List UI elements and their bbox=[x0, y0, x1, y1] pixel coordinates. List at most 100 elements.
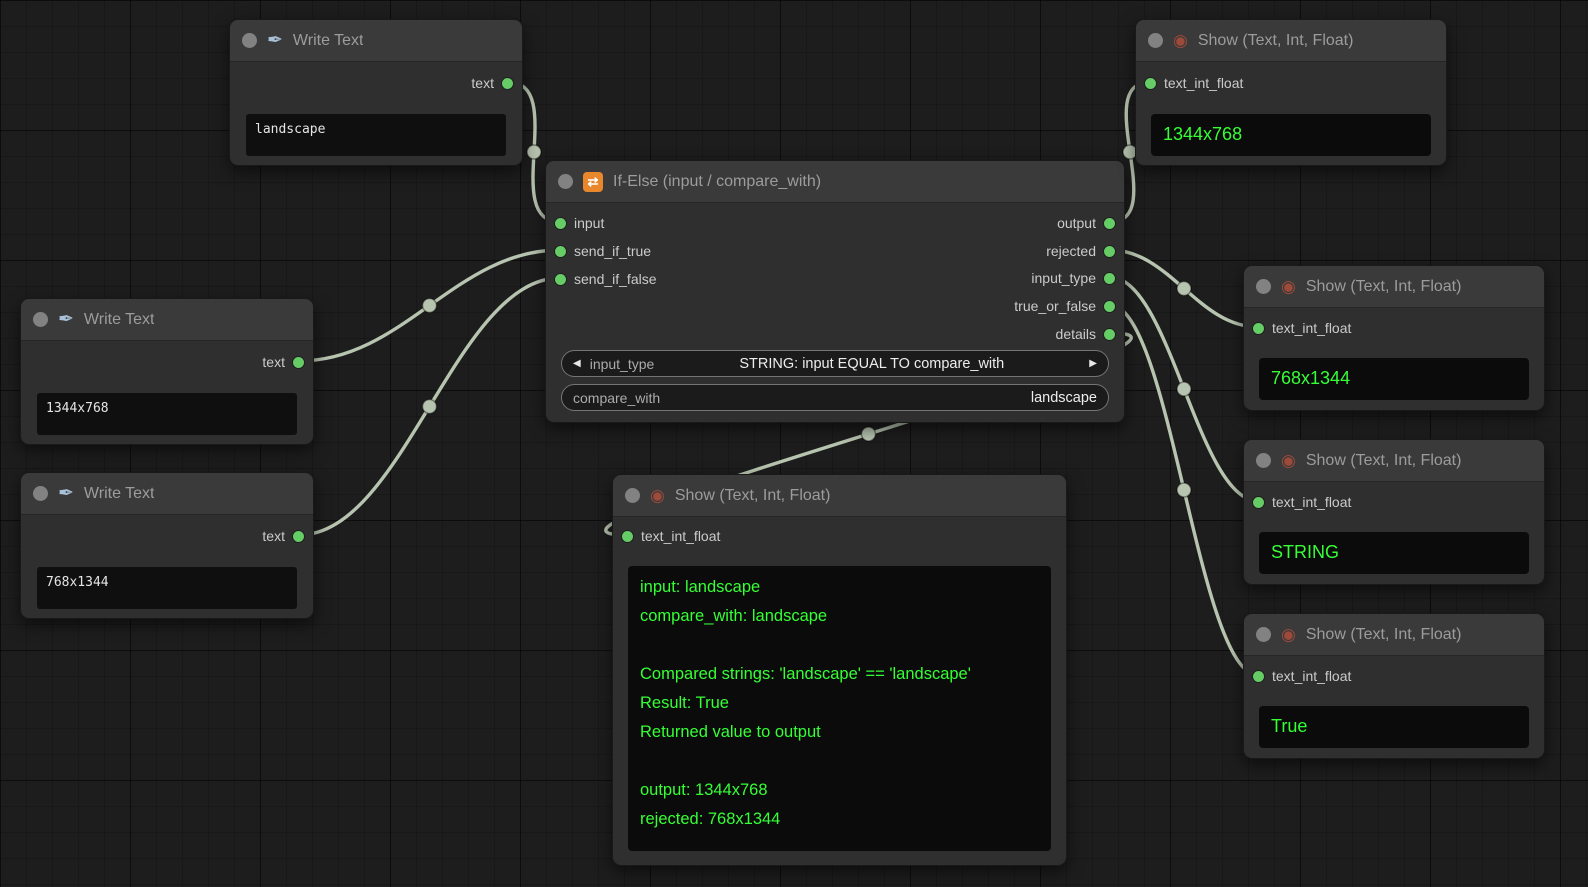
output-port-label: text bbox=[262, 354, 285, 370]
node-show-1[interactable]: ◉ Show (Text, Int, Float) text_int_float 13… bbox=[1135, 19, 1447, 166]
link-midpoint-dot[interactable] bbox=[1177, 483, 1191, 497]
node-titlebar[interactable]: ✒ Write Text bbox=[230, 20, 522, 62]
output-port-label: rejected bbox=[1046, 243, 1096, 259]
text-widget-compare_with[interactable]: compare_with landscape bbox=[561, 384, 1109, 411]
node-titlebar[interactable]: ◉Show (Text, Int, Float) bbox=[613, 475, 1066, 517]
collapse-dot[interactable] bbox=[1256, 627, 1271, 642]
output-port-label: details bbox=[1056, 326, 1096, 342]
value-display: 768x1344 bbox=[1259, 358, 1529, 400]
output-port-label: text bbox=[471, 75, 494, 91]
node-titlebar[interactable]: ◉Show (Text, Int, Float) bbox=[1244, 614, 1544, 656]
input-port-dot[interactable] bbox=[1253, 671, 1264, 682]
node-title: Show (Text, Int, Float) bbox=[675, 487, 831, 505]
collapse-dot[interactable] bbox=[1256, 453, 1271, 468]
output-port-details: details bbox=[1056, 324, 1115, 344]
input-port-dot[interactable] bbox=[1253, 497, 1264, 508]
node-titlebar[interactable]: ✒Write Text bbox=[21, 299, 313, 341]
widget-label: compare_with bbox=[573, 390, 660, 406]
link-midpoint-dot[interactable] bbox=[527, 145, 541, 159]
collapse-dot[interactable] bbox=[1256, 279, 1271, 294]
output-port-label: true_or_false bbox=[1014, 298, 1096, 314]
node-write-text-3[interactable]: ✒ Write Text text 768x1344 bbox=[20, 472, 314, 619]
output-port-text: text bbox=[471, 73, 513, 93]
pen-icon: ✒ bbox=[267, 31, 283, 50]
output-port-dot[interactable] bbox=[1104, 218, 1115, 229]
node-titlebar[interactable]: ⇄ If-Else (input / compare_with) bbox=[546, 161, 1124, 203]
node-show-details[interactable]: ◉Show (Text, Int, Float) text_int_floatin… bbox=[612, 474, 1067, 866]
input-port-label: text_int_float bbox=[1272, 668, 1351, 684]
input-port-label: send_if_true bbox=[574, 243, 651, 259]
collapse-dot[interactable] bbox=[558, 174, 573, 189]
link-midpoint-dot[interactable] bbox=[1177, 382, 1191, 396]
input-port-dot[interactable] bbox=[1253, 323, 1264, 334]
collapse-dot[interactable] bbox=[242, 33, 257, 48]
output-port-dot[interactable] bbox=[293, 357, 304, 368]
link-midpoint-dot[interactable] bbox=[423, 299, 437, 313]
input-port-text_int_float: text_int_float bbox=[1253, 318, 1351, 338]
link-midpoint-dot[interactable] bbox=[1177, 282, 1191, 296]
collapse-dot[interactable] bbox=[625, 488, 640, 503]
input-port-dot[interactable] bbox=[555, 246, 566, 257]
output-port-input_type: input_type bbox=[1031, 268, 1115, 288]
input-port-dot[interactable] bbox=[555, 274, 566, 285]
combo-widget-input_type[interactable]: ◀ input_type STRING: input EQUAL TO compar… bbox=[561, 350, 1109, 377]
node-show-2[interactable]: ◉Show (Text, Int, Float) text_int_float 76… bbox=[1243, 265, 1545, 411]
output-port-label: input_type bbox=[1031, 270, 1096, 286]
node-write-text-1[interactable]: ✒ Write Text text landscape bbox=[229, 19, 523, 166]
node-title: Show (Text, Int, Float) bbox=[1306, 626, 1462, 644]
output-port-label: output bbox=[1057, 215, 1096, 231]
output-port-true_or_false: true_or_false bbox=[1014, 296, 1115, 316]
node-titlebar[interactable]: ✒ Write Text bbox=[21, 473, 313, 515]
node-show-3[interactable]: ◉Show (Text, Int, Float)text_int_floatST… bbox=[1243, 439, 1545, 585]
text-input-field[interactable]: landscape bbox=[246, 114, 506, 156]
input-port-text_int_float: text_int_float bbox=[622, 526, 720, 546]
input-port-label: text_int_float bbox=[1164, 75, 1243, 91]
output-port-dot[interactable] bbox=[502, 78, 513, 89]
text-input-field[interactable]: 768x1344 bbox=[37, 567, 297, 609]
widget-label: input_type bbox=[590, 356, 655, 372]
node-titlebar[interactable]: ◉Show (Text, Int, Float) bbox=[1244, 266, 1544, 308]
input-port-dot[interactable] bbox=[555, 218, 566, 229]
output-port-label: text bbox=[262, 528, 285, 544]
node-titlebar[interactable]: ◉Show (Text, Int, Float) bbox=[1244, 440, 1544, 482]
widget-value: STRING: input EQUAL TO compare_with bbox=[663, 356, 1080, 372]
node-show-4[interactable]: ◉Show (Text, Int, Float) text_int_float Tr… bbox=[1243, 613, 1545, 759]
node-title: Write Text bbox=[293, 32, 364, 50]
node-title: If-Else (input / compare_with) bbox=[613, 173, 821, 191]
output-port-dot[interactable] bbox=[1104, 246, 1115, 257]
output-port-dot[interactable] bbox=[1104, 273, 1115, 284]
link-midpoint-dot[interactable] bbox=[423, 400, 437, 414]
input-port-text_int_float: text_int_float bbox=[1253, 492, 1351, 512]
node-title: Write Text bbox=[84, 485, 155, 503]
eye-icon: ◉ bbox=[1173, 32, 1188, 49]
value-display: input: landscape compare_with: landscape… bbox=[628, 566, 1051, 851]
output-port-dot[interactable] bbox=[293, 531, 304, 542]
node-title: Show (Text, Int, Float) bbox=[1198, 32, 1354, 50]
input-port-send_if_false: send_if_false bbox=[555, 269, 657, 289]
node-if-else[interactable]: ⇄If-Else (input / compare_with)inputsend… bbox=[545, 160, 1125, 423]
input-port-dot[interactable] bbox=[622, 531, 633, 542]
collapse-dot[interactable] bbox=[1148, 33, 1163, 48]
input-port-label: text_int_float bbox=[1272, 494, 1351, 510]
shuffle-icon: ⇄ bbox=[583, 172, 603, 192]
input-port-label: text_int_float bbox=[1272, 320, 1351, 336]
input-port-dot[interactable] bbox=[1145, 78, 1156, 89]
node-graph-canvas[interactable]: ✒Write Texttextlandscape✒Write Texttext1… bbox=[0, 0, 1588, 887]
node-write-text-2[interactable]: ✒Write Text text 1344x768 bbox=[20, 298, 314, 445]
collapse-dot[interactable] bbox=[33, 312, 48, 327]
input-port-label: send_if_false bbox=[574, 271, 657, 287]
link-midpoint-dot[interactable] bbox=[862, 427, 876, 441]
text-input-field[interactable]: 1344x768 bbox=[37, 393, 297, 435]
output-port-output: output bbox=[1057, 213, 1115, 233]
collapse-dot[interactable] bbox=[33, 486, 48, 501]
node-titlebar[interactable]: ◉ Show (Text, Int, Float) bbox=[1136, 20, 1446, 62]
value-display: 1344x768 bbox=[1151, 114, 1431, 156]
output-port-dot[interactable] bbox=[1104, 301, 1115, 312]
combo-left-arrow-icon[interactable]: ◀ bbox=[573, 359, 581, 369]
pen-icon: ✒ bbox=[58, 484, 74, 503]
combo-right-arrow-icon[interactable]: ▶ bbox=[1089, 359, 1097, 369]
widget-value: landscape bbox=[669, 390, 1097, 406]
output-port-dot[interactable] bbox=[1104, 329, 1115, 340]
value-display: True bbox=[1259, 706, 1529, 748]
input-port-text_int_float: text_int_float bbox=[1145, 73, 1243, 93]
